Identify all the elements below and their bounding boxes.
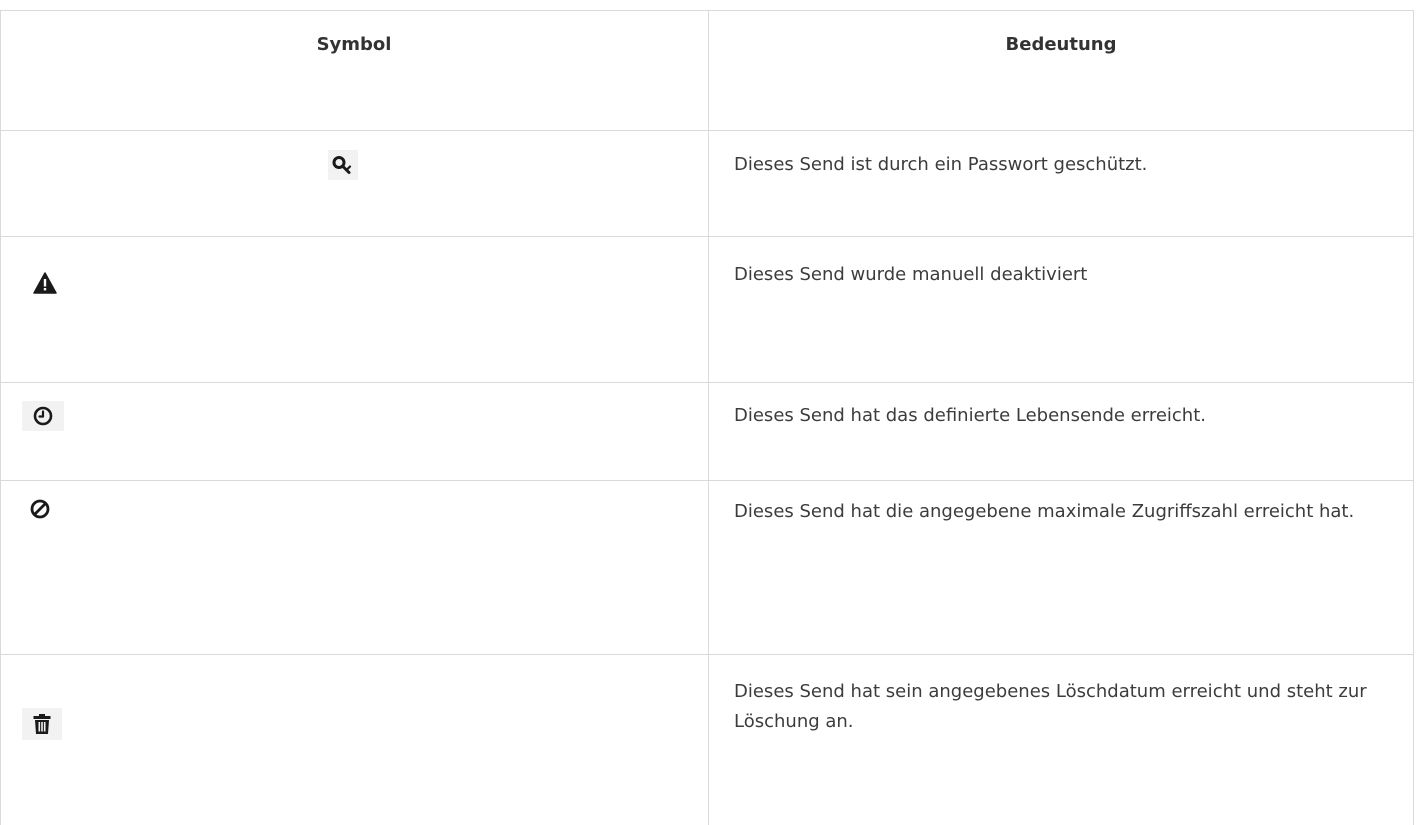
row-divider [0,236,1414,237]
row-divider [0,654,1414,655]
header-meaning: Bedeutung [1005,34,1117,55]
key-icon [328,150,358,180]
column-divider [708,10,709,825]
row-key-meaning: Dieses Send ist durch ein Passwort gesch… [734,154,1148,175]
row-divider [0,382,1414,383]
row-warning-meaning: Dieses Send wurde manuell deaktiviert [734,264,1088,285]
ban-icon [25,494,55,524]
warning-icon [30,268,60,298]
table-border-right [1413,10,1414,825]
clock-icon [22,401,64,431]
row-divider [0,480,1414,481]
row-trash-meaning: Dieses Send hat sein angegebenes Löschda… [734,681,1367,732]
row-ban-meaning: Dieses Send hat die angegebene maximale … [734,501,1355,522]
symbol-table: Symbol Bedeutung Dieses Send ist durch e… [0,0,1416,825]
row-divider [0,130,1414,131]
header-symbol: Symbol [316,34,392,55]
table-border-top [0,10,1414,11]
row-clock-meaning: Dieses Send hat das definierte Lebensend… [734,405,1206,426]
table-border-left [0,10,1,825]
trash-icon [22,708,62,740]
